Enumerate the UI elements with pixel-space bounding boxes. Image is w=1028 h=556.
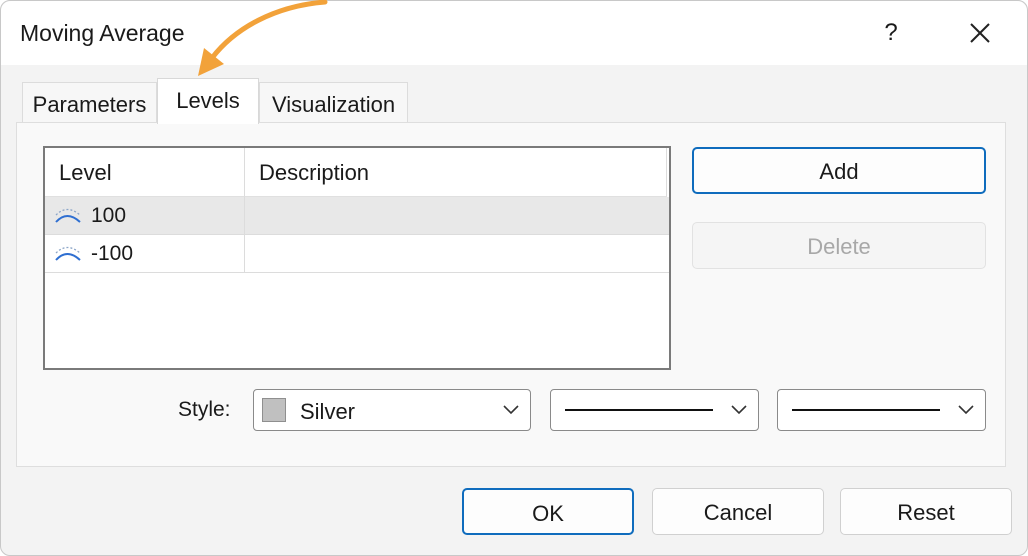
level-value: 100 [91,204,127,227]
reset-button[interactable]: Reset [840,488,1012,535]
tab-label: Levels [176,88,240,113]
tab-visualization[interactable]: Visualization [259,82,408,122]
level-line-icon [55,246,81,261]
color-select[interactable]: Silver [253,389,531,431]
close-icon [970,23,990,43]
level-line-icon [55,208,81,223]
delete-button[interactable]: Delete [692,222,986,269]
table-row[interactable]: -100 [45,235,669,273]
chevron-down-icon [731,405,747,415]
column-header-description[interactable]: Description [245,148,667,197]
tab-levels[interactable]: Levels [157,78,259,124]
line-style-preview [565,409,713,411]
style-label: Style: [178,398,231,421]
line-width-select[interactable] [777,389,986,431]
add-button[interactable]: Add [692,147,986,194]
window-title: Moving Average [20,20,185,46]
pointer-arrow-icon [198,0,328,76]
chevron-down-icon [503,405,519,415]
line-style-select[interactable] [550,389,759,431]
close-button[interactable] [962,15,998,51]
level-cell[interactable]: 100 [45,197,245,234]
levels-table: Level Description 100 -100 [43,146,671,370]
chevron-down-icon [958,405,974,415]
column-header-level[interactable]: Level [45,148,245,197]
color-swatch [262,398,286,422]
help-button[interactable]: ? [873,15,909,51]
tab-label: Parameters [32,92,147,117]
tab-parameters[interactable]: Parameters [22,82,157,122]
cancel-button[interactable]: Cancel [652,488,824,535]
line-width-preview [792,409,940,411]
title-bar: Moving Average ? [1,1,1027,65]
tab-label: Visualization [271,92,396,117]
table-row[interactable]: 100 [45,197,669,235]
level-cell[interactable]: -100 [45,235,245,272]
ok-button[interactable]: OK [462,488,634,535]
color-name: Silver [300,399,356,424]
level-value: -100 [91,242,134,265]
